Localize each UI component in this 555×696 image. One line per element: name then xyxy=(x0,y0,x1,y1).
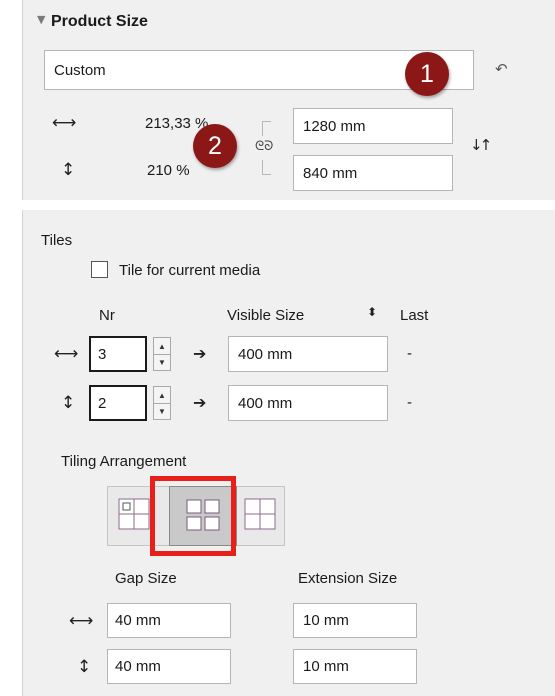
extension-vertical: 10 mm xyxy=(303,658,349,675)
product-size-panel: ▼ Product Size Custom ↶ ⟷ 213,33 % ↕ 210… xyxy=(22,0,555,200)
tiles-horizontal-spinner[interactable]: ▲ ▼ xyxy=(153,337,171,371)
tiles-horizontal-visible-size: 400 mm xyxy=(238,345,293,363)
marker-2-badge: 2 xyxy=(193,124,237,168)
gap-vertical: 40 mm xyxy=(115,658,161,675)
tiles-horizontal-count-field[interactable]: 3 xyxy=(89,336,147,372)
spinner-up-icon[interactable]: ▲ xyxy=(154,338,170,355)
tiling-arrangement-label: Tiling Arrangement xyxy=(61,453,187,470)
tile-for-current-media-checkbox[interactable] xyxy=(91,261,108,278)
extension-horizontal-field[interactable]: 10 mm xyxy=(293,603,417,638)
col-nr-header: Nr xyxy=(99,307,115,324)
horizontal-arrows-icon: ⟷ xyxy=(54,344,79,364)
spinner-down-icon[interactable]: ▼ xyxy=(154,354,170,370)
extension-size-label: Extension Size xyxy=(298,570,398,587)
link-bracket-top xyxy=(262,121,271,136)
tiles-horizontal-count: 3 xyxy=(98,345,107,363)
gap-horizontal-field[interactable]: 40 mm xyxy=(107,603,231,638)
tiles-horizontal-last: - xyxy=(407,345,412,362)
tiles-vertical-spinner[interactable]: ▲ ▼ xyxy=(153,386,171,420)
spinner-down-icon[interactable]: ▼ xyxy=(154,403,170,419)
size-preset-value: Custom xyxy=(54,61,106,79)
width-value: 1280 mm xyxy=(303,117,366,135)
sort-icon[interactable]: ⬍ xyxy=(367,306,377,318)
swap-dimensions-icon[interactable]: ↓↑ xyxy=(470,138,492,153)
gap-horizontal: 40 mm xyxy=(115,612,161,629)
horizontal-arrows-icon: ⟷ xyxy=(69,611,94,631)
height-value-field[interactable]: 840 mm xyxy=(293,155,453,191)
tiles-vertical-visible-size: 400 mm xyxy=(238,394,293,412)
tiles-vertical-visible-size-field[interactable]: 400 mm xyxy=(228,385,388,421)
vertical-arrows-icon: ↕ xyxy=(61,160,76,180)
tiling-offset-icon xyxy=(244,498,276,530)
tiles-vertical-count-field[interactable]: 2 xyxy=(89,385,147,421)
tiles-vertical-last: - xyxy=(407,394,412,411)
col-visible-size-header: Visible Size xyxy=(227,307,305,324)
right-arrow-icon: ➔ xyxy=(193,344,207,363)
col-last-header: Last xyxy=(400,307,429,324)
tiling-selection-highlight xyxy=(150,476,236,556)
vertical-arrows-icon: ↕ xyxy=(77,657,92,677)
vertical-arrows-icon: ↕ xyxy=(61,393,76,413)
right-arrow-icon: ➔ xyxy=(193,393,207,412)
reset-undo-icon[interactable]: ↶ xyxy=(495,62,508,77)
tiles-panel: Tiles Tile for current media Nr Visible … xyxy=(22,210,555,696)
height-percent: 210 % xyxy=(147,162,190,179)
marker-1-label: 1 xyxy=(420,59,434,88)
width-value-field[interactable]: 1280 mm xyxy=(293,108,453,144)
spinner-up-icon[interactable]: ▲ xyxy=(154,387,170,404)
extension-vertical-field[interactable]: 10 mm xyxy=(293,649,417,684)
tiles-title: Tiles xyxy=(41,232,73,249)
product-size-title: Product Size xyxy=(51,13,148,30)
marker-1-badge: 1 xyxy=(405,52,449,96)
tiles-horizontal-visible-size-field[interactable]: 400 mm xyxy=(228,336,388,372)
chain-link-icon[interactable]: ᘓᘐ xyxy=(255,140,273,153)
extension-horizontal: 10 mm xyxy=(303,612,349,629)
marker-2-label: 2 xyxy=(208,131,222,160)
collapse-triangle-icon[interactable]: ▼ xyxy=(37,14,45,25)
tiles-vertical-count: 2 xyxy=(98,394,107,412)
link-bracket-bottom xyxy=(262,160,271,175)
horizontal-arrows-icon: ⟷ xyxy=(52,113,77,133)
tiling-offset-button[interactable] xyxy=(241,490,283,542)
gap-size-label: Gap Size xyxy=(115,570,177,587)
height-value: 840 mm xyxy=(303,164,358,182)
gap-vertical-field[interactable]: 40 mm xyxy=(107,649,231,684)
tile-for-current-media-label: Tile for current media xyxy=(119,262,261,279)
